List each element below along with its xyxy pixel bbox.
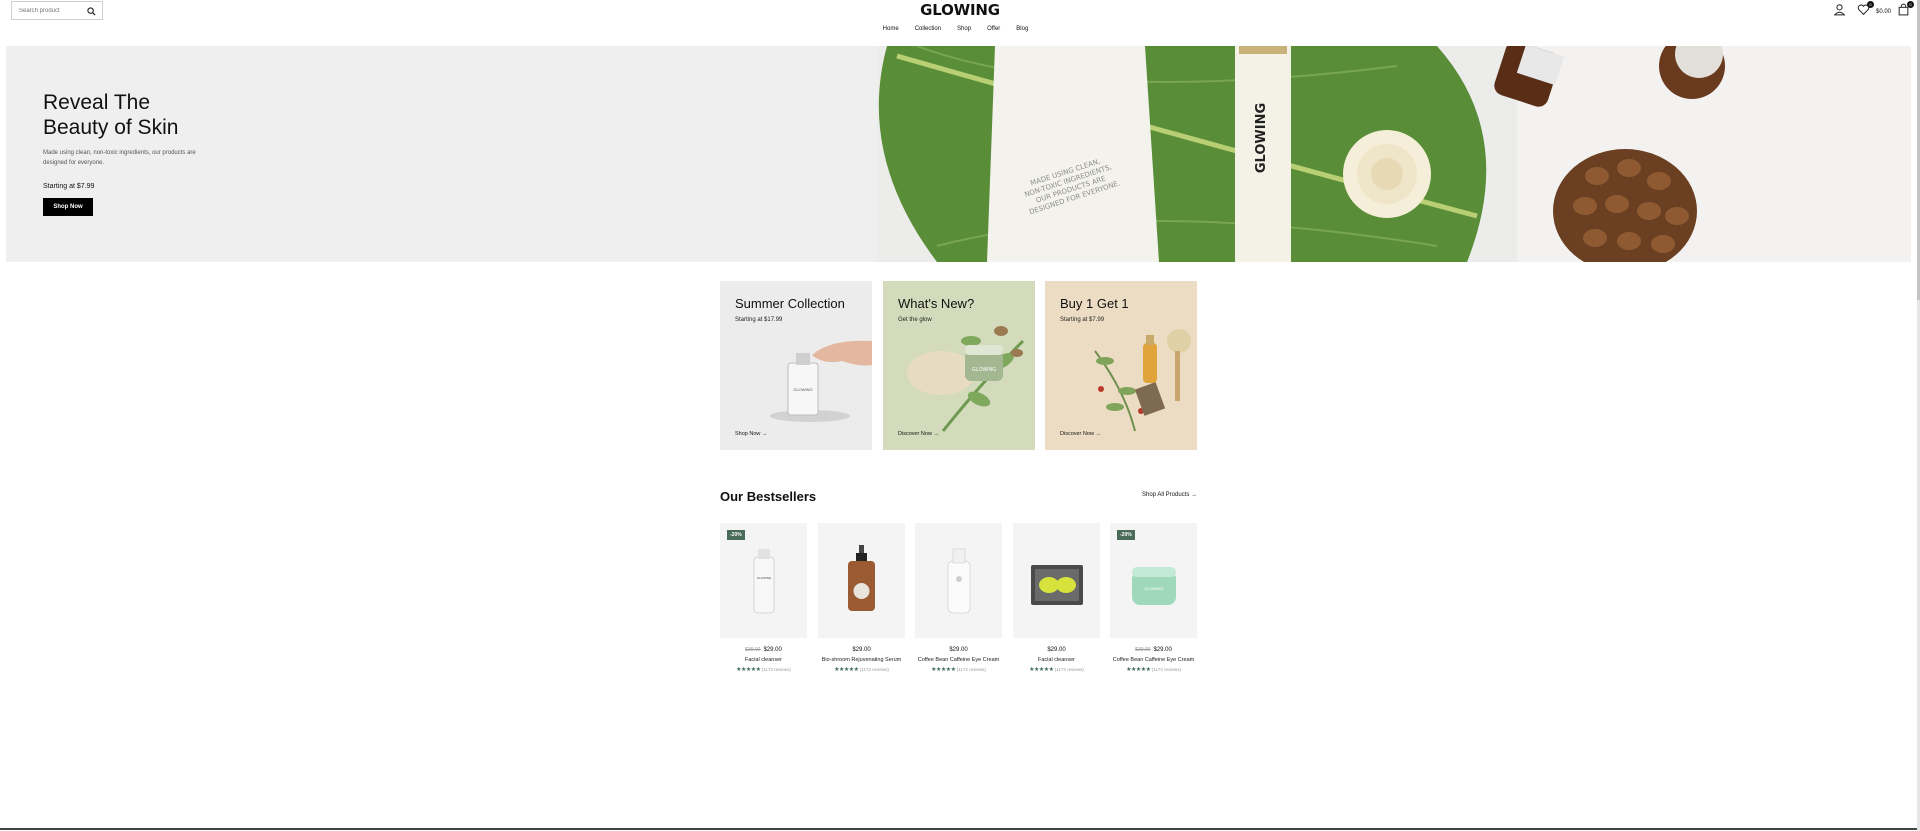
product-image[interactable]: GLOWING -20% xyxy=(1110,523,1197,638)
price: $29.00 xyxy=(763,647,782,653)
product-name[interactable]: Facial cleanser xyxy=(1013,657,1100,663)
rating-row: ★★★★★ (1172 reviews) xyxy=(1013,666,1100,673)
star-rating-icon: ★★★★★ xyxy=(834,667,859,673)
page-bottom-border xyxy=(0,828,1920,830)
review-count: (1172 reviews) xyxy=(761,667,791,672)
bestsellers-title: Our Bestsellers xyxy=(720,489,817,504)
cart-button[interactable]: 0 xyxy=(1897,1,1914,16)
shop-all-products-link[interactable]: Shop All Products → xyxy=(1142,492,1197,498)
hero-description: Made using clean, non-toxic ingredients,… xyxy=(43,150,196,166)
promo-link[interactable]: Discover Now → xyxy=(898,431,939,437)
product-card[interactable]: $29.00 Facial cleanser ★★★★★ (1172 revie… xyxy=(1013,523,1100,673)
site-logo[interactable]: GLOWING xyxy=(920,1,1000,19)
product-photo xyxy=(947,548,971,614)
user-icon[interactable] xyxy=(1833,3,1846,16)
rating-row: ★★★★★ (1172 reviews) xyxy=(915,666,1002,673)
nav-collection[interactable]: Collection xyxy=(915,26,941,32)
nav-offer[interactable]: Offer xyxy=(987,26,1000,32)
svg-text:GLOWING: GLOWING xyxy=(1144,586,1163,591)
promo-title: Summer Collection xyxy=(735,296,845,311)
hero-price: Starting at $7.99 xyxy=(43,183,95,190)
star-rating-icon: ★★★★★ xyxy=(931,667,956,673)
rating-row: ★★★★★ (1172 reviews) xyxy=(1110,666,1197,673)
product-name[interactable]: Bio-shroom Rejuvenating Serum xyxy=(818,657,905,663)
promo-card-buy-one-get-one[interactable]: Buy 1 Get 1 Starting at $7.99 Discover N… xyxy=(1045,281,1197,450)
promo-subtitle: Starting at $7.99 xyxy=(1060,317,1105,323)
cart-total[interactable]: $0.00 xyxy=(1876,9,1891,15)
nav-home[interactable]: Home xyxy=(883,26,899,32)
logo-wrap: GLOWING xyxy=(0,1,1920,19)
promo-title: What's New? xyxy=(898,296,975,311)
promo-card-summer[interactable]: GLOWING Summer Collection Starting at $1… xyxy=(720,281,872,450)
promo-subtitle: Get the glow xyxy=(898,317,932,323)
svg-text:GLOWING: GLOWING xyxy=(757,576,772,580)
product-card[interactable]: GLOWING -20% $39.00 $29.00 Facial cleanse… xyxy=(720,523,807,673)
price-row: $29.00 xyxy=(818,647,905,653)
search-icon[interactable] xyxy=(87,7,96,16)
price-row: $39.00 $29.00 xyxy=(1110,647,1197,653)
old-price: $39.00 xyxy=(1135,647,1151,653)
old-price: $39.00 xyxy=(745,647,761,653)
promo-card-whats-new[interactable]: GLOWING What's New? Get the glow Discove… xyxy=(883,281,1035,450)
wishlist-button[interactable]: 0 xyxy=(1857,1,1874,16)
product-name[interactable]: Facial cleanser xyxy=(720,657,807,663)
promo-subtitle: Starting at $17.99 xyxy=(735,317,783,323)
price: $29.00 xyxy=(949,647,968,653)
product-image[interactable] xyxy=(818,523,905,638)
product-card[interactable]: GLOWING -20% $39.00 $29.00 Coffee Bean Ca… xyxy=(1110,523,1197,673)
product-photo xyxy=(848,545,875,611)
main-nav: Home Collection Shop Offer Blog xyxy=(0,26,1920,32)
hero-title-line2: Beauty of Skin xyxy=(43,116,179,139)
price-row: $39.00 $29.00 xyxy=(720,647,807,653)
sale-badge: -20% xyxy=(1117,530,1135,540)
sale-badge: -20% xyxy=(727,530,745,540)
price: $29.00 xyxy=(1153,647,1172,653)
product-image[interactable]: GLOWING -20% xyxy=(720,523,807,638)
rating-row: ★★★★★ (1172 reviews) xyxy=(818,666,905,673)
review-count: (1172 reviews) xyxy=(956,667,986,672)
cart-badge: 0 xyxy=(1907,1,1914,8)
product-photo: GLOWING xyxy=(1132,567,1176,605)
svg-text:GLOWING: GLOWING xyxy=(793,387,812,392)
product-image[interactable] xyxy=(1013,523,1100,638)
product-photo: GLOWING xyxy=(753,549,775,614)
product-name[interactable]: Coffee Bean Caffeine Eye Cream xyxy=(1110,657,1197,663)
price: $29.00 xyxy=(1047,647,1066,653)
arrow-right-icon: → xyxy=(761,431,768,437)
nav-shop[interactable]: Shop xyxy=(957,26,971,32)
product-image[interactable] xyxy=(915,523,1002,638)
hero-image: MADE USING CLEAN, NON-TOXIC INGREDIENTS,… xyxy=(877,46,1911,262)
review-count: (1172 reviews) xyxy=(1151,667,1181,672)
hero-banner: Reveal The Beauty of Skin Made using cle… xyxy=(6,46,1911,262)
hero-title: Reveal The Beauty of Skin xyxy=(43,90,203,140)
price-row: $29.00 xyxy=(1013,647,1100,653)
arrow-right-icon: → xyxy=(1191,492,1198,498)
hero-title-line1: Reveal The xyxy=(43,91,151,114)
rating-row: ★★★★★ (1172 reviews) xyxy=(720,666,807,673)
promo-title: Buy 1 Get 1 xyxy=(1060,296,1129,311)
product-card[interactable]: $29.00 Coffee Bean Caffeine Eye Cream ★★… xyxy=(915,523,1002,673)
review-count: (1172 reviews) xyxy=(859,667,889,672)
promo-link[interactable]: Discover Now → xyxy=(1060,431,1101,437)
star-rating-icon: ★★★★★ xyxy=(1126,667,1151,673)
nav-blog[interactable]: Blog xyxy=(1016,26,1028,32)
hero-shop-now-button[interactable]: Shop Now xyxy=(43,198,93,216)
svg-text:GLOWING: GLOWING xyxy=(972,367,996,373)
product-photo xyxy=(1031,565,1083,605)
bottle-text: GLOWING xyxy=(1254,103,1269,173)
product-name[interactable]: Coffee Bean Caffeine Eye Cream xyxy=(915,657,1002,663)
arrow-right-icon: → xyxy=(1095,431,1101,437)
price: $29.00 xyxy=(852,647,871,653)
arrow-right-icon: → xyxy=(933,431,939,437)
price-row: $29.00 xyxy=(915,647,1002,653)
star-rating-icon: ★★★★★ xyxy=(736,667,761,673)
star-rating-icon: ★★★★★ xyxy=(1029,667,1054,673)
product-card[interactable]: $29.00 Bio-shroom Rejuvenating Serum ★★★… xyxy=(818,523,905,673)
search-input[interactable] xyxy=(12,2,86,19)
promo-link[interactable]: Shop Now → xyxy=(735,431,767,437)
wishlist-badge: 0 xyxy=(1867,1,1874,8)
search-box[interactable] xyxy=(11,1,103,20)
hero-text: Reveal The Beauty of Skin Made using cle… xyxy=(43,90,203,216)
review-count: (1172 reviews) xyxy=(1054,667,1084,672)
